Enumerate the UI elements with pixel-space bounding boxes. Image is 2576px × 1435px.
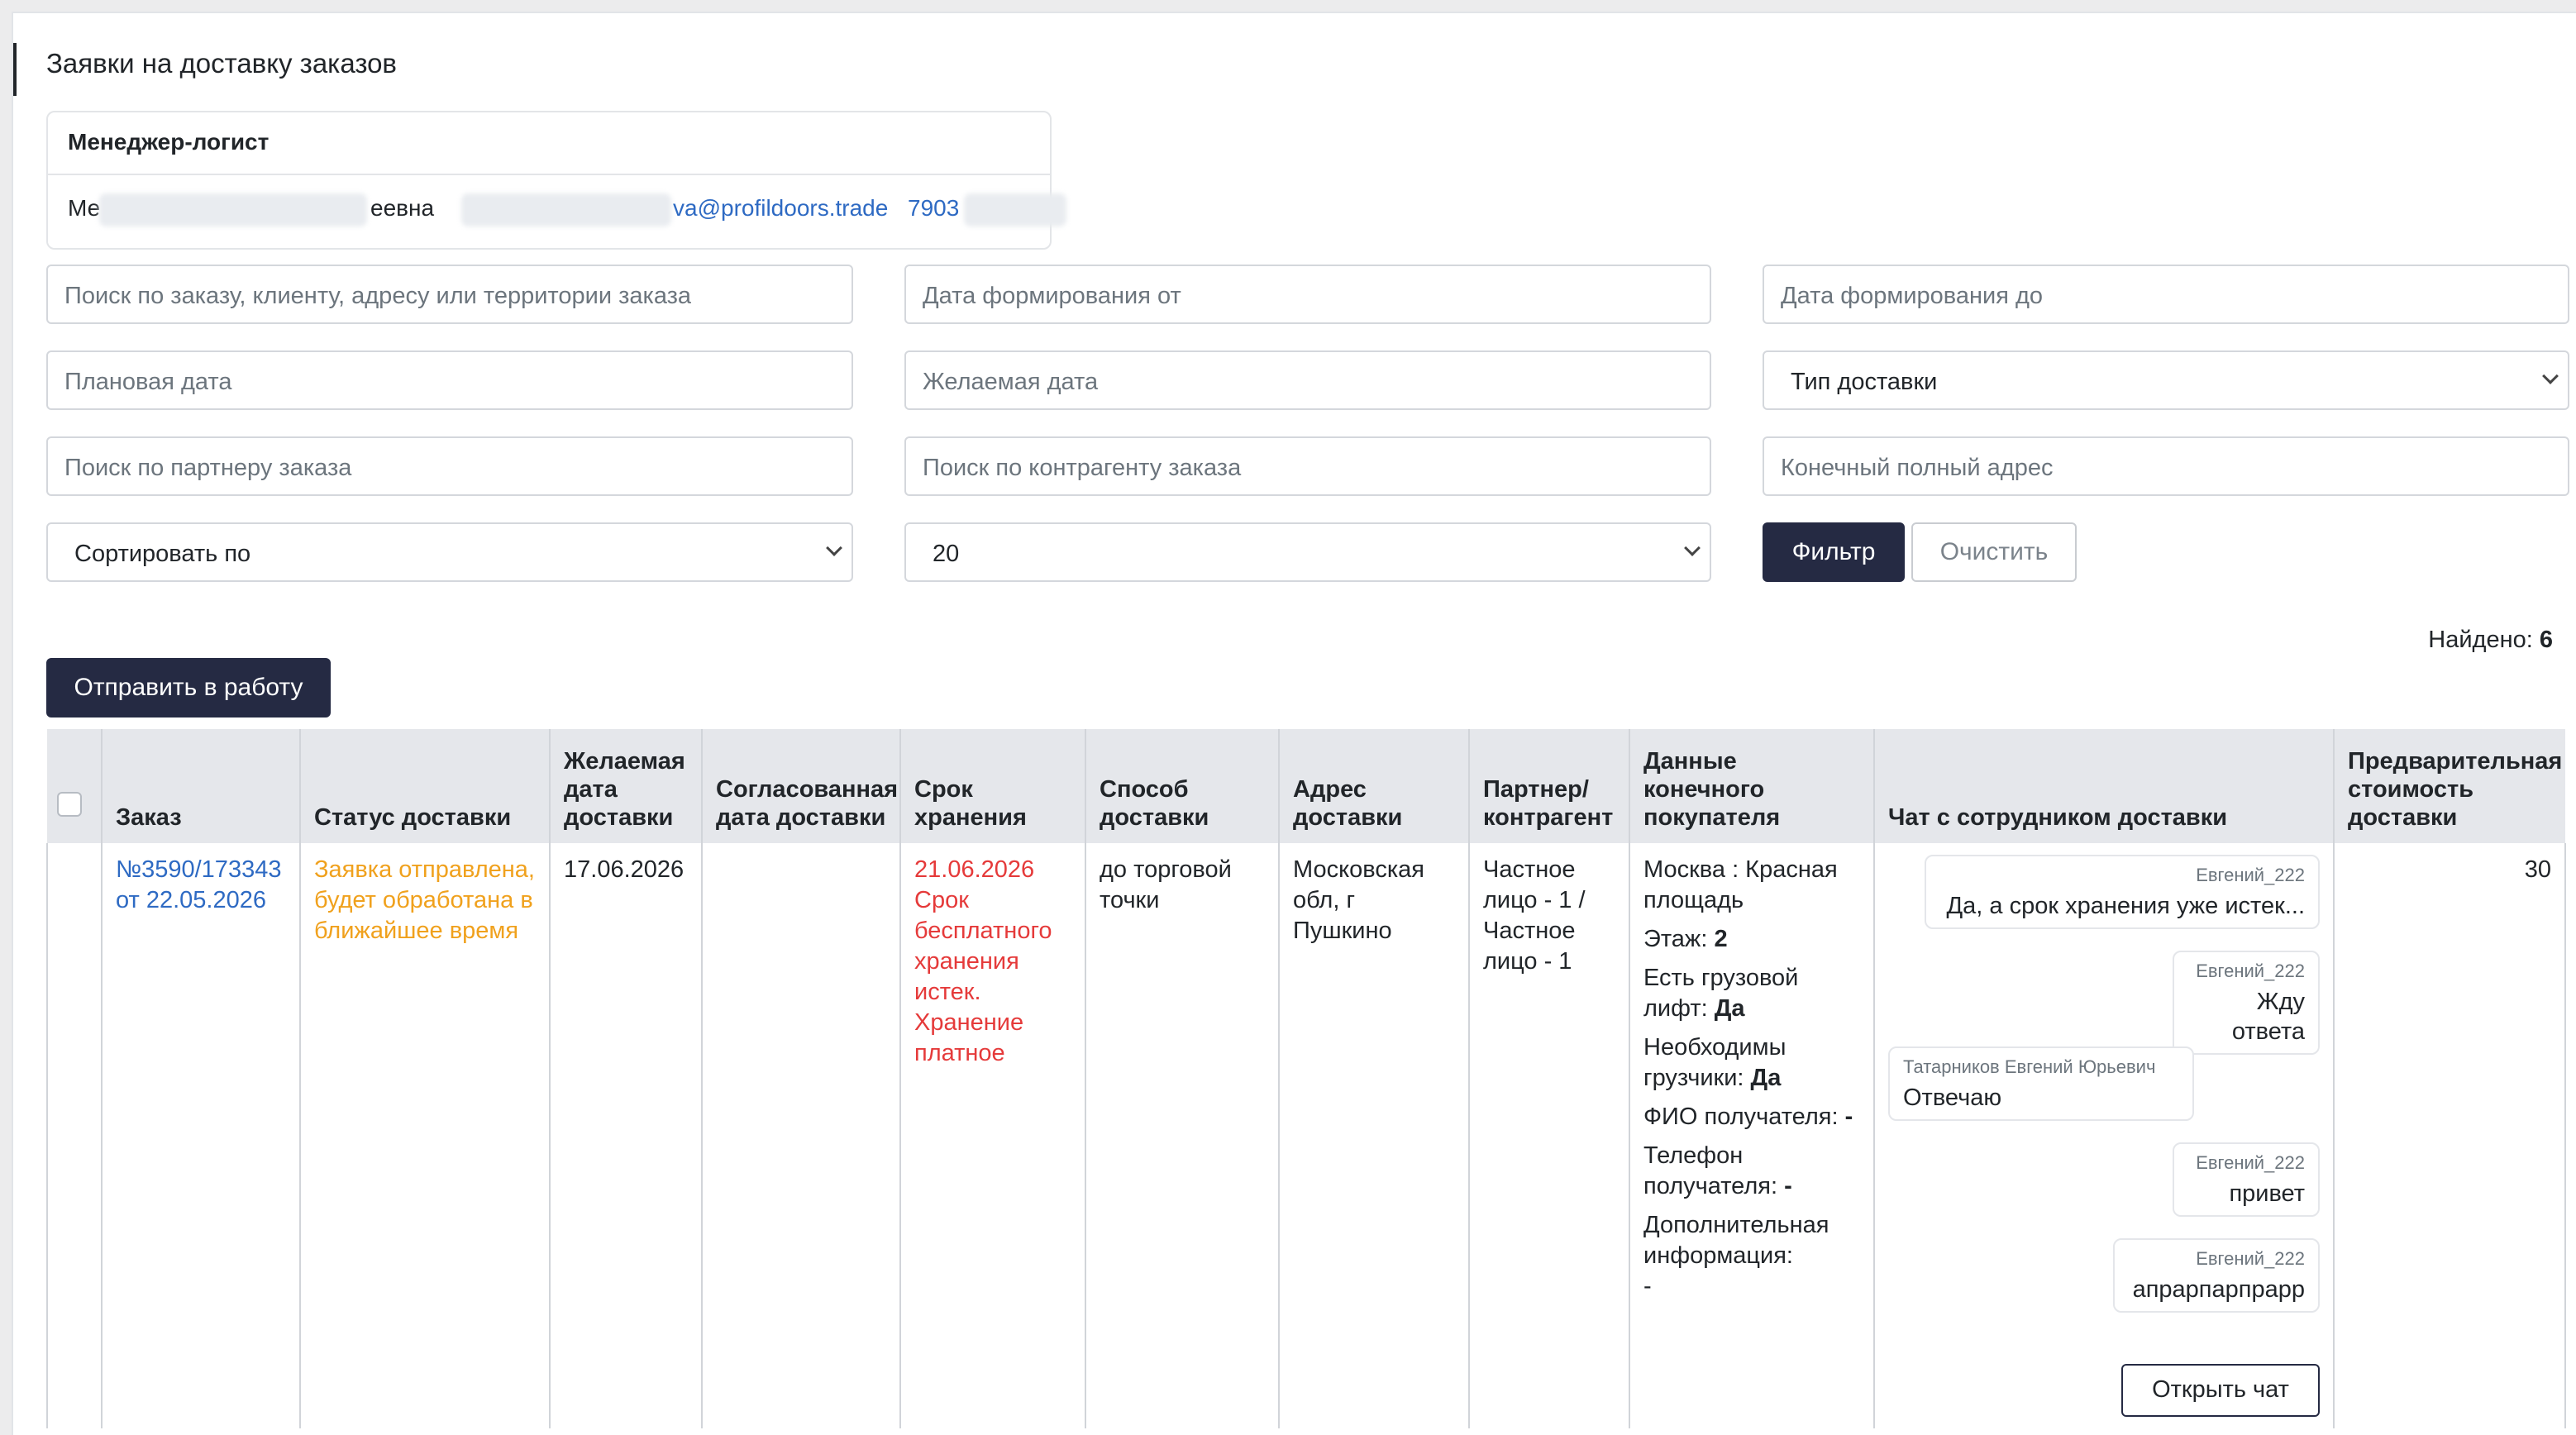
manager-email[interactable]: va@profildoors.trade — [673, 195, 888, 222]
sort-value: Сортировать по — [74, 541, 251, 567]
header-buyer[interactable]: Данные конечного покупателя — [1629, 729, 1875, 843]
agreed-date-cell — [701, 843, 901, 1428]
address-cell: Московская обл, г Пушкино — [1278, 843, 1470, 1428]
buyer-fio: ФИО получателя: - — [1643, 1104, 1853, 1130]
chevron-down-icon — [826, 540, 842, 556]
manager-name-start: Ме — [68, 195, 101, 221]
chat-message: Евгений_222 Да, а срок хранения уже исте… — [1925, 855, 2320, 929]
header-address[interactable]: Адрес доставки — [1279, 729, 1470, 843]
manager-contacts: Ме еевна va@profildoors.trade 7903 — [48, 175, 1066, 250]
header-desired-date[interactable]: Желаемая дата доставки — [550, 729, 703, 843]
manager-heading: Менеджер-логист — [48, 112, 1050, 175]
chat-thread: Евгений_222 Да, а срок хранения уже исте… — [1888, 855, 2320, 1417]
chevron-down-icon — [1684, 540, 1701, 556]
open-chat-button[interactable]: Открыть чат — [2121, 1364, 2320, 1417]
select-all-checkbox[interactable] — [57, 792, 82, 817]
manager-card: Менеджер-логист Ме еевна va@profildoors.… — [46, 111, 1066, 250]
header-status[interactable]: Статус доставки — [300, 729, 551, 843]
manager-name-end: еевна — [370, 195, 435, 221]
chat-message: Евгений_222 апрарпарпрарр — [2113, 1238, 2320, 1313]
delivery-type-value: Тип доставки — [1791, 369, 1938, 395]
header-cost[interactable]: Предварительная стоимость доставки — [2334, 729, 2565, 843]
chat-message: Татарников Евгений Юрьевич Отвечаю — [1888, 1046, 2194, 1121]
storage-note: Срок бесплатного хранения истек. Хранени… — [914, 887, 1052, 1066]
header-chat[interactable]: Чат с сотрудником доставки — [1874, 729, 2335, 843]
chat-cell: Евгений_222 Да, а срок хранения уже исте… — [1873, 843, 2335, 1428]
table-header-row: Заказ Статус доставки Желаемая дата дост… — [47, 729, 2565, 843]
manager-phone[interactable]: 7903 — [908, 195, 959, 222]
header-order[interactable]: Заказ — [102, 729, 301, 843]
counterparty-search-input[interactable]: Поиск по контрагенту заказа — [904, 436, 1711, 496]
date-to-input[interactable]: Дата формирования до — [1763, 265, 2569, 324]
cost-cell: 30 — [2333, 843, 2566, 1428]
date-from-input[interactable]: Дата формирования от — [904, 265, 1711, 324]
planned-date-input[interactable]: Плановая дата — [46, 350, 853, 410]
redacted-name — [99, 193, 367, 226]
chevron-down-icon — [2542, 368, 2559, 384]
redacted-phone — [964, 193, 1066, 226]
chat-message: Евгений_222 привет — [2173, 1142, 2320, 1217]
delivery-type-select[interactable]: Тип доставки — [1763, 350, 2569, 410]
status-cell: Заявка отправлена, будет обработана в бл… — [299, 843, 551, 1428]
status-text: Заявка отправлена, будет обработана в бл… — [314, 856, 535, 944]
select-all-cell — [47, 729, 103, 843]
page: Заявки на доставку заказов Менеджер-логи… — [12, 12, 2576, 1435]
desired-date-input[interactable]: Желаемая дата — [904, 350, 1711, 410]
header-storage[interactable]: Срок хранения — [900, 729, 1086, 843]
row-select-cell — [46, 843, 103, 1428]
sort-select[interactable]: Сортировать по — [46, 522, 853, 582]
final-address-input[interactable]: Конечный полный адрес — [1763, 436, 2569, 496]
clear-button[interactable]: Очистить — [1911, 522, 2077, 582]
delivery-requests-table: Заказ Статус доставки Желаемая дата дост… — [46, 729, 2566, 1428]
buyer-floor: Этаж: 2 — [1643, 926, 1728, 952]
found-count: Найдено: 6 — [2428, 627, 2553, 654]
buyer-location: Москва : Красная площадь — [1643, 856, 1838, 913]
order-link[interactable]: №3590/173343 от 22.05.2026 — [116, 856, 281, 913]
buyer-cell: Москва : Красная площадь Этаж: 2 Есть гр… — [1629, 843, 1875, 1428]
storage-cell: 21.06.2026 Срок бесплатного хранения ист… — [899, 843, 1086, 1428]
page-size-value: 20 — [933, 541, 960, 567]
redacted-email — [461, 193, 671, 226]
header-partner[interactable]: Партнер/ контрагент — [1469, 729, 1630, 843]
order-cell: №3590/173343 от 22.05.2026 — [101, 843, 301, 1428]
header-agreed-date[interactable]: Согласованная дата доставки — [702, 729, 901, 843]
desired-date-cell: 17.06.2026 — [549, 843, 703, 1428]
partner-search-input[interactable]: Поиск по партнеру заказа — [46, 436, 853, 496]
buyer-lift: Есть грузовой лифт: Да — [1643, 965, 1799, 1022]
buyer-movers: Необходимы грузчики: Да — [1643, 1034, 1787, 1091]
page-size-select[interactable]: 20 — [904, 522, 1711, 582]
partner-cell: Частное лицо - 1 / Частное лицо - 1 — [1468, 843, 1630, 1428]
found-label: Найдено: — [2428, 627, 2533, 653]
filter-button[interactable]: Фильтр — [1763, 522, 1905, 582]
method-cell: до торговой точки — [1085, 843, 1280, 1428]
send-to-work-button[interactable]: Отправить в работу — [46, 658, 331, 718]
buyer-phone: Телефон получателя: - — [1643, 1142, 1792, 1199]
page-title: Заявки на доставку заказов — [46, 48, 397, 79]
table-row: №3590/173343 от 22.05.2026 Заявка отправ… — [46, 843, 2566, 1428]
chat-message: Евгений_222 Жду ответа — [2173, 951, 2320, 1055]
storage-date: 21.06.2026 — [914, 856, 1035, 883]
title-accent-bar — [13, 43, 17, 96]
buyer-info: Дополнительная информация: - — [1643, 1212, 1829, 1299]
order-search-input[interactable]: Поиск по заказу, клиенту, адресу или тер… — [46, 265, 853, 324]
found-value: 6 — [2539, 627, 2553, 653]
header-method[interactable]: Способ доставки — [1085, 729, 1280, 843]
